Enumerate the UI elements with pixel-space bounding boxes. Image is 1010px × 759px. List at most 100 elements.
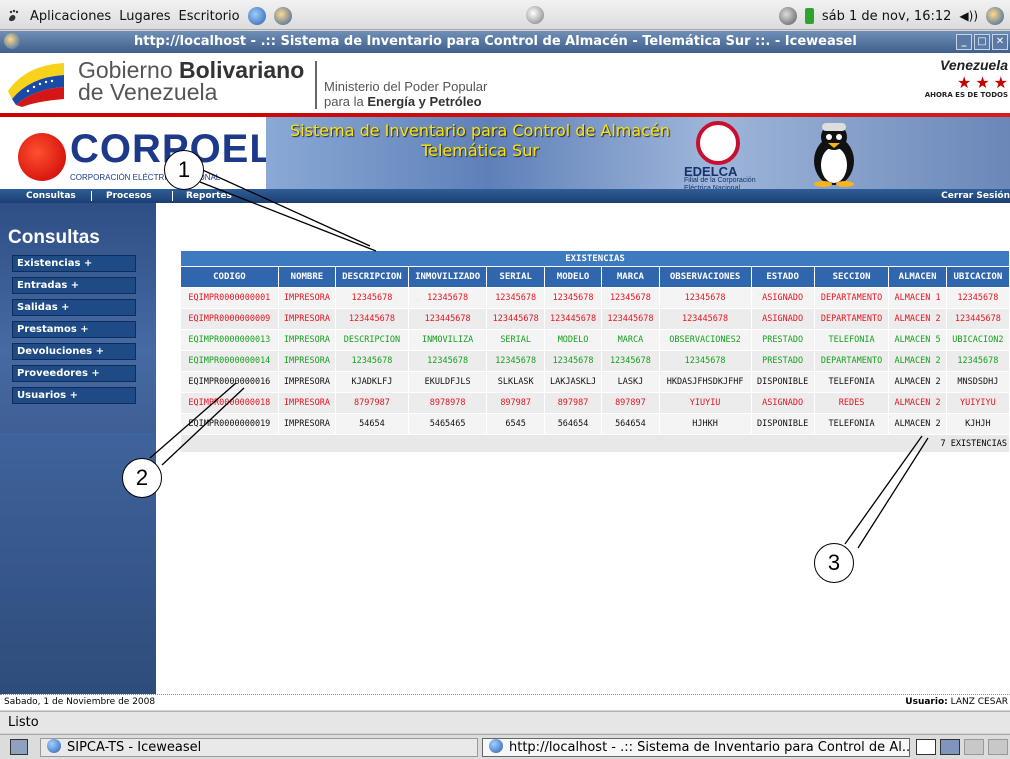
column-header: ALMACEN — [889, 267, 946, 287]
table-cell: 12345678 — [487, 288, 544, 308]
browser-tray-icon[interactable] — [986, 7, 1004, 25]
battery-icon[interactable] — [804, 8, 814, 24]
menu-reportes[interactable]: Reportes — [186, 189, 232, 203]
table-cell: ALMACEN 2 — [889, 309, 946, 329]
table-cell: EQIMPR0000000018 — [181, 393, 278, 413]
table-cell: YUIYIYU — [946, 393, 1009, 413]
clock[interactable]: sáb 1 de nov, 16:12 — [822, 9, 952, 24]
menu-procesos[interactable]: Procesos — [106, 189, 152, 203]
table-cell: PRESTADO — [751, 330, 814, 350]
show-desktop-icon[interactable] — [10, 739, 28, 755]
help-launcher-icon[interactable] — [247, 7, 266, 25]
menu-separator — [91, 191, 92, 201]
table-cell: DISPONIBLE — [751, 414, 814, 434]
menu-separator — [172, 191, 173, 201]
venezuela-flag-icon — [8, 63, 64, 107]
government-title: Gobierno Bolivariano de Venezuela — [78, 57, 305, 105]
table-cell: 5465465 — [408, 414, 487, 434]
workspace-4[interactable] — [988, 739, 1008, 755]
page-user: Usuario: LANZ CESAR — [905, 697, 1008, 707]
table-cell: HKDASJFHSDKJFHF — [659, 372, 751, 392]
table-cell: 12345678 — [408, 351, 487, 371]
app-menubar: Consultas Procesos Reportes Cerrar Sesió… — [0, 189, 1010, 203]
table-cell: DEPARTAMENTO — [814, 309, 889, 329]
sidebar-item-usuarios[interactable]: Usuarios + — [12, 387, 136, 404]
sidebar-item-proveedores[interactable]: Proveedores + — [12, 365, 136, 382]
window-app-icon[interactable] — [4, 33, 20, 49]
workspace-2[interactable] — [940, 739, 960, 755]
sidebar-item-existencias[interactable]: Existencias + — [12, 255, 136, 272]
minimize-icon[interactable]: _ — [956, 34, 972, 50]
screenshot-applet-icon[interactable] — [526, 6, 544, 24]
menu-consultas[interactable]: Consultas — [26, 189, 76, 203]
table-cell: 12345678 — [544, 351, 602, 371]
table-caption: EXISTENCIAS — [181, 251, 1009, 266]
table-row[interactable]: EQIMPR0000000001 IMPRESORA 12345678 1234567… — [181, 288, 1009, 308]
workspace-3[interactable] — [964, 739, 984, 755]
table-cell: 123445678 — [336, 309, 408, 329]
table-cell: 12345678 — [659, 351, 751, 371]
volume-icon[interactable]: ◀)) — [959, 9, 978, 23]
existencias-table: EXISTENCIAS CODIGO NOMBRE DESCRIPCION INMOV… — [180, 250, 1010, 453]
table-cell: 12345678 — [544, 288, 602, 308]
column-header: OBSERVACIONES — [659, 267, 751, 287]
menu-lugares[interactable]: Lugares — [119, 9, 170, 24]
table-row[interactable]: EQIMPR0000000018 IMPRESORA 8797987 8978978 8… — [181, 393, 1009, 413]
column-header: SECCION — [814, 267, 889, 287]
table-cell: IMPRESORA — [278, 330, 336, 350]
system-banner: CORPOELEC CORPORACIÓN ELÉCTRICA NACIONAL… — [0, 117, 1010, 193]
sidebar-item-entradas[interactable]: Entradas + — [12, 277, 136, 294]
table-cell: IMPRESORA — [278, 414, 336, 434]
maximize-icon[interactable]: □ — [974, 34, 990, 50]
column-header: ESTADO — [751, 267, 814, 287]
table-cell: EKULDFJLS — [408, 372, 487, 392]
table-cell: ALMACEN 2 — [889, 372, 946, 392]
menu-aplicaciones[interactable]: Aplicaciones — [30, 9, 111, 24]
table-row[interactable]: EQIMPR0000000016 IMPRESORA KJADKLFJ EKULDFJ… — [181, 372, 1009, 392]
sidebar-item-devoluciones[interactable]: Devoluciones + — [12, 343, 136, 360]
browser-status-text: Listo — [8, 715, 39, 730]
network-icon[interactable] — [778, 7, 797, 25]
menu-escritorio[interactable]: Escritorio — [179, 9, 240, 24]
window-titlebar[interactable]: http://localhost - .:: Sistema de Invent… — [0, 31, 1010, 53]
table-cell: 564654 — [544, 414, 602, 434]
table-cell: DEPARTAMENTO — [814, 288, 889, 308]
table-cell: IMPRESORA — [278, 351, 336, 371]
browser-launcher-icon[interactable] — [273, 7, 292, 25]
table-row[interactable]: EQIMPR0000000013 IMPRESORA DESCRIPCION INMO… — [181, 330, 1009, 350]
table-cell: YIUYIU — [659, 393, 751, 413]
table-cell: 12345678 — [336, 351, 408, 371]
logout-link[interactable]: Cerrar Sesión — [941, 189, 1010, 203]
header-divider — [315, 61, 317, 109]
table-cell: 12345678 — [336, 288, 408, 308]
table-cell: 123445678 — [946, 309, 1009, 329]
edelca-emblem-icon — [696, 121, 740, 165]
task-sipca[interactable]: SIPCA-TS - Iceweasel — [40, 738, 478, 757]
sidebar-item-prestamos[interactable]: Prestamos + — [12, 321, 136, 338]
table-row[interactable]: EQIMPR0000000009 IMPRESORA 123445678 123445… — [181, 309, 1009, 329]
table-cell: 897987 — [487, 393, 544, 413]
table-cell: 12345678 — [659, 288, 751, 308]
table-row[interactable]: EQIMPR0000000019 IMPRESORA 54654 5465465 654… — [181, 414, 1009, 434]
sidebar-title: Consultas — [8, 227, 100, 248]
table-cell: 12345678 — [946, 351, 1009, 371]
table-cell: 12345678 — [946, 288, 1009, 308]
table-cell: ALMACEN 5 — [889, 330, 946, 350]
column-header: NOMBRE — [278, 267, 336, 287]
gnome-foot-icon[interactable] — [6, 8, 22, 24]
table-cell: EQIMPR0000000013 — [181, 330, 278, 350]
callout-2: 2 — [122, 458, 162, 498]
task-inventario[interactable]: http://localhost - .:: Sistema de Invent… — [482, 738, 910, 757]
column-header: UBICACION — [946, 267, 1009, 287]
workspace-1[interactable] — [916, 739, 936, 755]
table-cell: LAKJASKLJ — [544, 372, 602, 392]
sidebar-item-salidas[interactable]: Salidas + — [12, 299, 136, 316]
table-cell: 123445678 — [659, 309, 751, 329]
callout-3: 3 — [814, 543, 854, 583]
table-cell: 123445678 — [487, 309, 544, 329]
tux-penguin-icon — [814, 123, 854, 187]
table-row[interactable]: EQIMPR0000000014 IMPRESORA 12345678 1234567… — [181, 351, 1009, 371]
table-cell: HJHKH — [659, 414, 751, 434]
close-icon[interactable]: ✕ — [992, 34, 1008, 50]
table-cell: KJHJH — [946, 414, 1009, 434]
